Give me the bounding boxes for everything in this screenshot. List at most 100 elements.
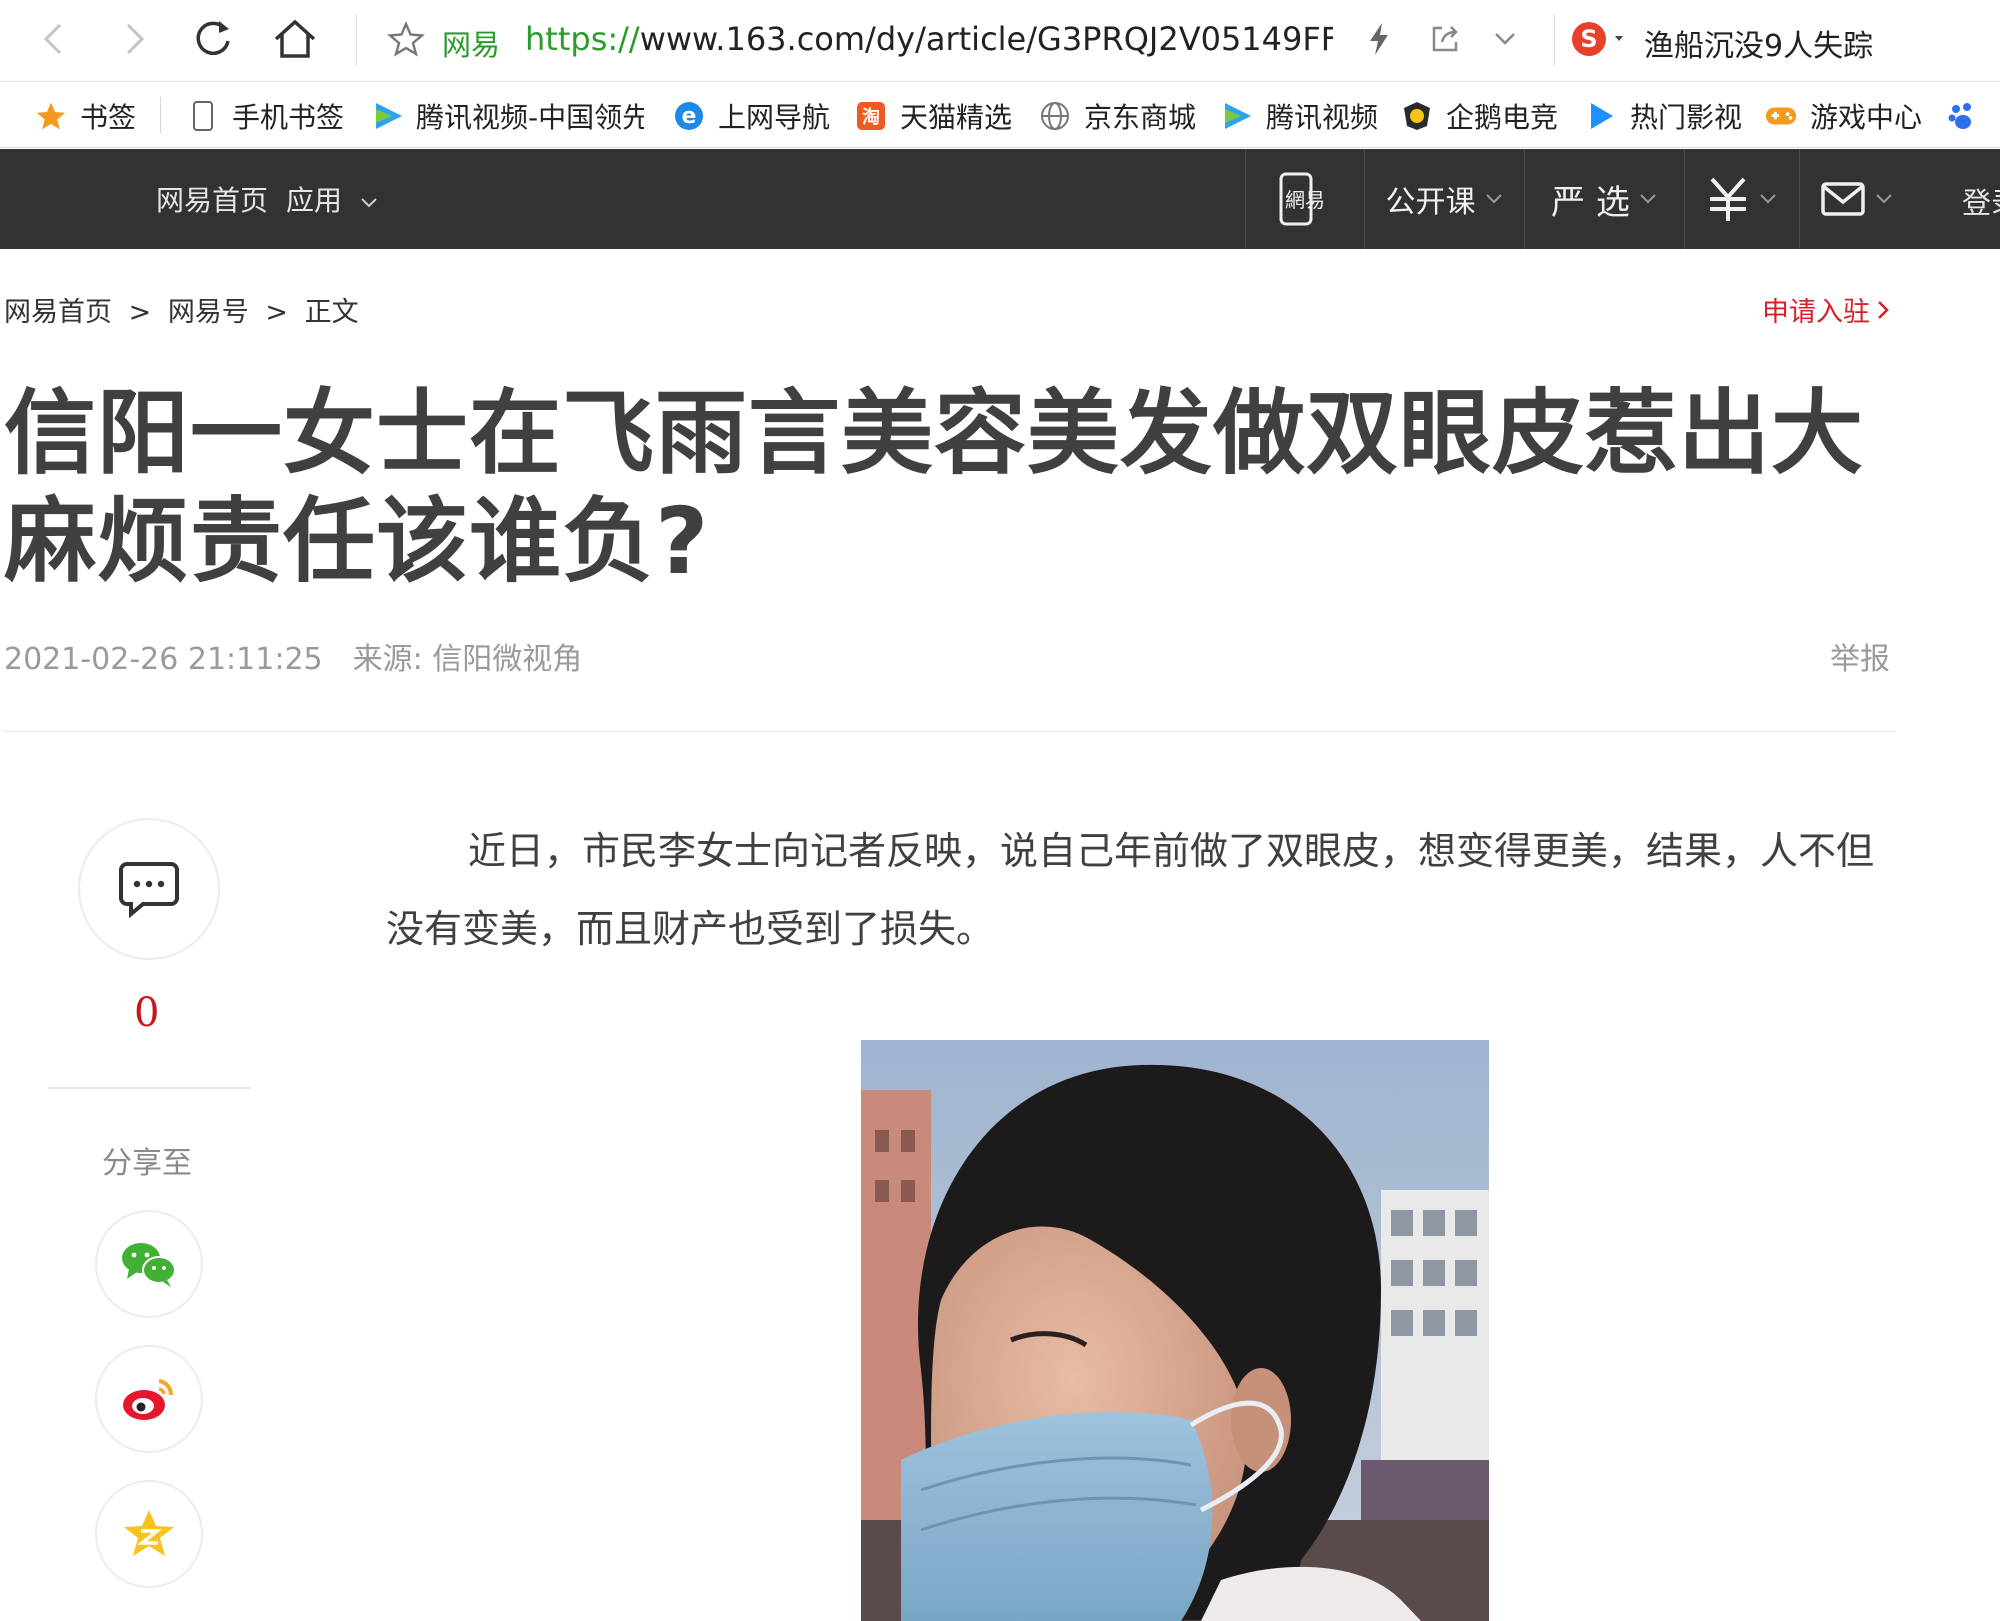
- rail-divider: [48, 1087, 251, 1089]
- search-engine-selector[interactable]: S: [1566, 16, 1636, 62]
- nav-yanxuan-label: 严 选: [1551, 182, 1630, 223]
- article-source[interactable]: 来源: 信阳微视角: [353, 642, 583, 677]
- tencent-video-icon: [1220, 99, 1254, 133]
- tencent-video-icon: [372, 99, 404, 133]
- nav-apps-menu[interactable]: 应用: [286, 179, 379, 219]
- bookmarks-bar: 书签 手机书签 腾讯视频-中国领先 e 上网导航 淘 天猫精选 京东商城 腾讯视…: [0, 83, 2000, 148]
- nav-payment[interactable]: [1684, 149, 1799, 249]
- bookmark-item[interactable]: 手机书签: [186, 83, 345, 147]
- home-button[interactable]: [272, 16, 318, 62]
- share-qzone-button[interactable]: [95, 1480, 203, 1588]
- article-photo: [861, 1040, 1489, 1621]
- nav-yanxuan[interactable]: 严 选: [1524, 149, 1684, 249]
- address-dropdown-button[interactable]: [1482, 16, 1528, 62]
- star-icon: [34, 99, 68, 133]
- play-icon: [1584, 99, 1618, 133]
- nav-home-link[interactable]: 网易首页: [156, 179, 268, 219]
- article-paragraph: 近日，市民李女士向记者反映，说自己年前做了双眼皮，想变得更美，结果，人不但没有变…: [386, 829, 1875, 951]
- reload-button[interactable]: [190, 16, 236, 62]
- article-meta: 2021-02-26 21:11:25 来源: 信阳微视角: [4, 634, 582, 678]
- nav-apps-label: 应用: [286, 184, 343, 217]
- nav-login-link[interactable]: 登录: [1962, 180, 2000, 222]
- search-suggestion[interactable]: 渔船沉没9人失踪: [1644, 21, 1873, 65]
- ie-icon: e: [672, 99, 706, 133]
- chevron-right-icon: [1876, 299, 1890, 321]
- bookmark-label: 手机书签: [232, 100, 345, 134]
- forward-icon: [120, 19, 150, 59]
- bookmark-item[interactable]: 热门影视: [1584, 83, 1742, 147]
- svg-text:e: e: [682, 104, 697, 129]
- site-identity-label: 网易: [442, 28, 501, 62]
- penguin-esports-icon: [1400, 99, 1434, 133]
- share-page-button[interactable]: [1422, 16, 1468, 62]
- star-icon: [387, 21, 425, 57]
- share-icon: [1428, 22, 1462, 56]
- chevron-down-icon: [1638, 192, 1658, 206]
- bookmark-item[interactable]: [1946, 83, 1992, 147]
- bookmark-star-button[interactable]: [383, 16, 429, 62]
- share-weibo-button[interactable]: [95, 1345, 203, 1453]
- baidu-paw-icon: [1946, 99, 1980, 133]
- sogou-search-icon: S: [1569, 19, 1633, 59]
- breadcrumb-section-link[interactable]: 网易号: [168, 297, 249, 328]
- weibo-icon: [119, 1373, 179, 1425]
- chevron-down-icon: [1492, 29, 1518, 49]
- breadcrumb-home-link[interactable]: 网易首页: [4, 297, 112, 328]
- chevron-down-icon: [1758, 192, 1778, 206]
- comment-count[interactable]: 0: [134, 990, 159, 1036]
- chevron-down-icon: [359, 196, 379, 210]
- url-scheme: https://: [525, 20, 640, 58]
- address-bar: 网易 https://www.163.com/dy/article/G3PRQJ…: [0, 0, 2000, 82]
- article-title: 信阳一女士在飞雨言美容美发做双眼皮惹出大麻烦责任该谁负?: [4, 380, 1865, 595]
- bookmark-item[interactable]: 腾讯视频-中国领先: [372, 83, 644, 147]
- meta-divider: [4, 731, 1896, 732]
- back-button[interactable]: [30, 16, 76, 62]
- bookmark-item[interactable]: e 上网导航: [672, 83, 831, 147]
- bookmark-item[interactable]: 淘 天猫精选: [854, 83, 1012, 147]
- back-icon: [38, 19, 68, 59]
- apply-join-link[interactable]: 申请入驻: [1762, 290, 1890, 329]
- nav-open-course-label: 公开课: [1385, 185, 1476, 220]
- bookmark-item[interactable]: 书签: [34, 83, 137, 147]
- gamepad-icon: [1764, 99, 1798, 133]
- netease-mobile-icon: 網易: [1277, 171, 1333, 227]
- bookmark-label: 腾讯视频-中国领先: [416, 100, 644, 134]
- mail-icon: [1820, 181, 1866, 217]
- speed-mode-button[interactable]: [1356, 16, 1402, 62]
- nav-mail[interactable]: [1799, 149, 1914, 249]
- url-field[interactable]: https://www.163.com/dy/article/G3PRQJ2V0…: [525, 20, 1333, 58]
- nav-open-course[interactable]: 公开课: [1364, 149, 1524, 249]
- phone-icon: [186, 99, 220, 133]
- yuan-icon: [1706, 175, 1750, 223]
- bookmark-label: 上网导航: [718, 100, 831, 134]
- bookmark-label: 游戏中心: [1810, 100, 1923, 134]
- publish-datetime: 2021-02-26 21:11:25: [4, 642, 323, 677]
- bookmark-item[interactable]: 京东商城: [1038, 83, 1196, 147]
- comment-button[interactable]: [78, 818, 220, 960]
- chevron-down-icon: [1874, 192, 1894, 206]
- bookmark-item[interactable]: 游戏中心: [1764, 83, 1923, 147]
- svg-text:S: S: [1580, 25, 1597, 53]
- bookmark-label: 企鹅电竞: [1446, 100, 1559, 134]
- breadcrumb-current: 正文: [304, 297, 359, 328]
- nav-mobile-app[interactable]: 網易: [1245, 149, 1364, 249]
- svg-text:網易: 網易: [1285, 188, 1325, 212]
- report-link[interactable]: 举报: [1830, 634, 1890, 678]
- home-icon: [272, 18, 318, 60]
- site-top-nav: 网易首页 应用 網易 公开课 严 选 登录: [0, 149, 2000, 249]
- bookmark-label: 腾讯视频: [1266, 100, 1379, 134]
- wechat-icon: [119, 1239, 179, 1289]
- bookmark-item[interactable]: 腾讯视频: [1220, 83, 1379, 147]
- breadcrumb-separator: >: [128, 297, 152, 328]
- breadcrumb-separator: >: [265, 297, 289, 328]
- breadcrumb: 网易首页 > 网易号 > 正文: [4, 290, 359, 329]
- url-path: www.163.com/dy/article/G3PRQJ2V05149FFJ.…: [639, 20, 1333, 58]
- share-wechat-button[interactable]: [95, 1210, 203, 1318]
- bookmark-label: 书签: [80, 100, 137, 134]
- bookmark-item[interactable]: 企鹅电竞: [1400, 83, 1559, 147]
- tmall-icon: 淘: [854, 99, 888, 133]
- chevron-down-icon: [1484, 192, 1504, 206]
- forward-button[interactable]: [112, 16, 158, 62]
- qzone-icon: [121, 1507, 177, 1561]
- globe-icon: [1038, 99, 1072, 133]
